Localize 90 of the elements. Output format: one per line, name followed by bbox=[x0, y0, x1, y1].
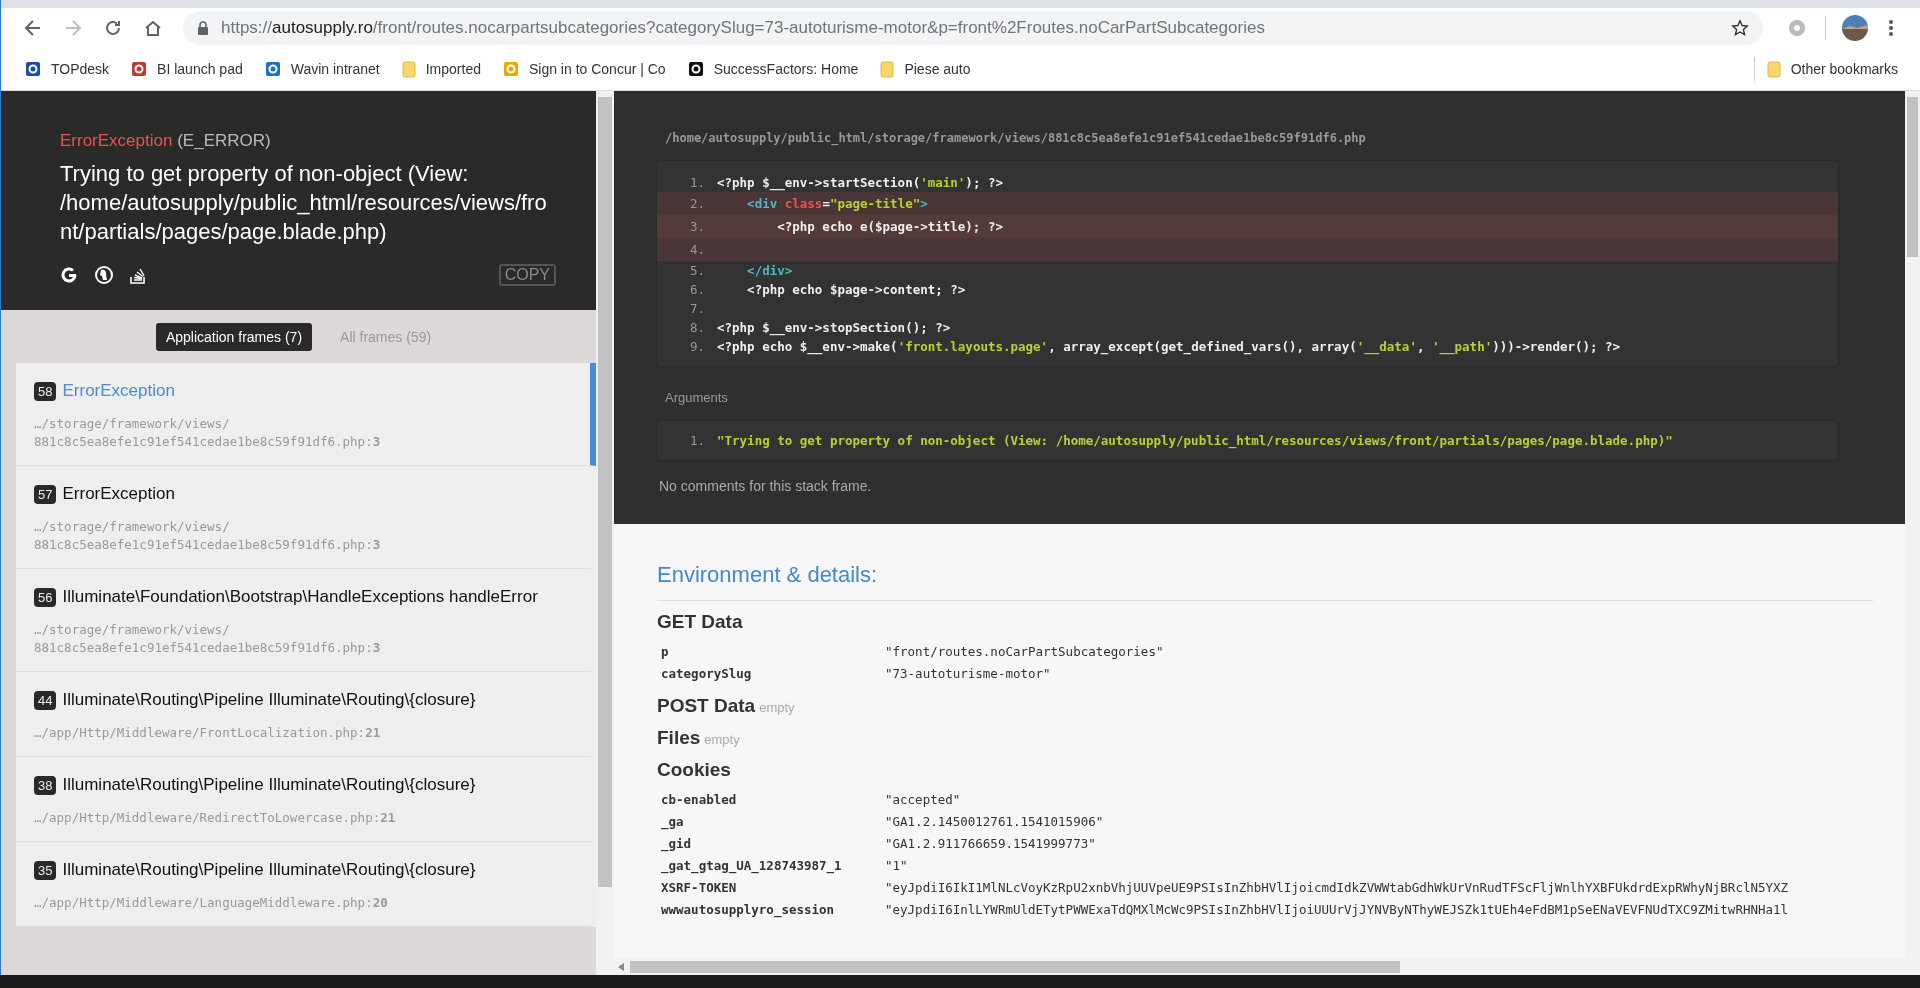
code-line: 7. bbox=[688, 300, 706, 318]
frame-file: …/storage/framework/views/ 881c8c5ea8efe1c91ef541cedae1be8c59f91df6.php:3 bbox=[34, 415, 382, 451]
bookmark[interactable]: Piese auto bbox=[880, 60, 981, 78]
reload-icon bbox=[103, 18, 123, 38]
key-cell-text: XSRF-TOKEN bbox=[661, 879, 738, 897]
code-line: 8. <?php $__env->stopSection(); ?> bbox=[688, 319, 952, 337]
frame-file: …/app/Http/Middleware/LanguageMiddleware.php:20 bbox=[34, 894, 389, 912]
error-message: Trying to get property of non-object (View: /home/autosupply/public_html/resources/views/front/partials/pages/page.blade.php) bbox=[60, 160, 548, 246]
value-cell-text: "GA1.2.911766659.1541999773" bbox=[885, 835, 1097, 853]
key-cell-text: wwwautosupplyro_session bbox=[661, 901, 836, 920]
arguments-title: Arguments bbox=[665, 390, 729, 405]
frame-number: 38 bbox=[34, 775, 57, 795]
g-letter-icon[interactable] bbox=[60, 266, 78, 284]
code-line: 6. <?php echo $page->content; ?> bbox=[688, 281, 967, 299]
section-title: Files bbox=[657, 727, 701, 748]
duck-icon[interactable] bbox=[94, 265, 114, 285]
scroll-left-icon[interactable] bbox=[618, 962, 624, 971]
frame-title: ErrorException bbox=[62, 484, 175, 504]
value-cell-text: "accepted" bbox=[885, 791, 962, 809]
value-cell-text: "eyJpdiI6InlLYWRmUldETytPWWExaTdQMXlMcWc9PSIsInZhbHVlIjoiUUUrVjJYNVByNThyWEJSZk1tUEh4eFdBM1pSeENaVEVFNUdTXC9ZMitwRHNHa1l bbox=[885, 901, 1790, 919]
key-cell-text: categorySlug bbox=[661, 665, 753, 683]
empty-label: empty bbox=[759, 700, 795, 715]
frame-title: Illuminate\Routing\Pipeline Illuminate\Routing\{closure} bbox=[62, 690, 476, 710]
bookmark[interactable]: Wavin intranet bbox=[264, 61, 390, 77]
section-title: GET Data bbox=[657, 611, 743, 632]
scrollbar-thumb[interactable] bbox=[630, 960, 1400, 973]
value-cell-text: "1" bbox=[885, 857, 909, 875]
frame-file: …/app/Http/Middleware/FrontLocalization.php:21 bbox=[34, 724, 382, 742]
value-cell-text: "73-autoturisme-motor" bbox=[885, 665, 1052, 683]
value-cell-text: "front/routes.noCarPartSubcategories" bbox=[885, 643, 1165, 661]
folder-icon bbox=[401, 60, 416, 78]
value-cell-text: "eyJpdiI6IkI1MlNLcVoyKzRpU2xnbVhjUUVpeUE9PSIsInZhbHVlIjoicmdIdkZVWWtabGdhWkUrVnRudTFScFljWnlhYXBFUkdrdExpRWhyNjBRclN5YXZ bbox=[885, 879, 1790, 897]
key-cell-text: _gid bbox=[661, 835, 693, 854]
section-title: POST Data bbox=[657, 695, 756, 716]
key-cell-text: _gat_gtag_UA_128743987_1 bbox=[661, 857, 843, 876]
forward-arrow-icon bbox=[63, 18, 83, 38]
copy-button[interactable]: COPY bbox=[498, 264, 556, 286]
stack-frame[interactable]: 57 ErrorException …/storage/framework/views/ 881c8c5ea8efe1c91ef541cedae1be8c59f91df6.php:3 bbox=[16, 466, 596, 569]
argument-line: 1. "Trying to get property of non-object (View: /home/autosupply/public_html/resources/views/front/partials/pages/page.blade.php)" bbox=[688, 432, 1674, 450]
exception-code: (E_ERROR) bbox=[177, 131, 271, 150]
frame-number: 56 bbox=[34, 587, 57, 607]
address-bar[interactable]: https://autosupply.ro/front/routes.nocarpartsubcategories?categorySlug=73-autoturisme-motor&p=front%2Froutes.noCarPartSubcategories bbox=[183, 11, 1763, 45]
bookmark[interactable]: Imported bbox=[401, 60, 491, 78]
url-text: https://autosupply.ro/front/routes.nocarpartsubcategories?categorySlug=73-autoturisme-motor&p=front%2Froutes.noCarPartSubcategories bbox=[221, 18, 1266, 38]
frames-tab[interactable]: Application frames (7) bbox=[155, 323, 313, 351]
section-title: Cookies bbox=[657, 759, 731, 780]
scrollbar-thumb[interactable] bbox=[598, 97, 612, 887]
code-line: 9. <?php echo $__env->make('front.layouts.page', array_except(get_defined_vars(), array('__data', '__path')))->render(); ?> bbox=[688, 338, 1622, 356]
frame-file: …/storage/framework/views/ 881c8c5ea8efe1c91ef541cedae1be8c59f91df6.php:3 bbox=[34, 518, 382, 554]
frame-number: 57 bbox=[34, 484, 57, 504]
avatar-icon[interactable] bbox=[1842, 15, 1868, 41]
code-line: 5. </div> bbox=[688, 262, 794, 280]
star-icon[interactable] bbox=[1731, 19, 1749, 37]
frame-number: 35 bbox=[34, 860, 57, 880]
frame-title: ErrorException bbox=[62, 381, 175, 401]
back-arrow-icon bbox=[23, 18, 43, 38]
frame-file: …/storage/framework/views/ 881c8c5ea8efe1c91ef541cedae1be8c59f91df6.php:3 bbox=[34, 621, 382, 657]
frame-title: Illuminate\Routing\Pipeline Illuminate\Routing\{closure} bbox=[62, 775, 476, 795]
stack-icon[interactable] bbox=[130, 266, 146, 284]
folder-icon bbox=[1766, 60, 1781, 78]
bookmark[interactable]: TOPdesk bbox=[25, 61, 120, 77]
bookmark[interactable]: SuccessFactors: Home bbox=[687, 61, 869, 77]
section-heading: Environment & details: bbox=[657, 562, 1873, 601]
bookmark[interactable]: Other bookmarks bbox=[1766, 60, 1908, 78]
frame-number: 58 bbox=[34, 381, 57, 401]
home-icon bbox=[143, 18, 163, 38]
frame-title: Illuminate\Routing\Pipeline Illuminate\Routing\{closure} bbox=[62, 860, 476, 880]
stack-frame[interactable]: 35 Illuminate\Routing\Pipeline Illuminate\Routing\{closure} …/app/Http/Middleware/LanguageMiddleware.php:20 bbox=[16, 842, 596, 927]
frame-file: …/app/Http/Middleware/RedirectToLowercase.php:21 bbox=[34, 809, 397, 827]
folder-icon bbox=[880, 60, 895, 78]
key-cell-text: cb-enabled bbox=[661, 791, 738, 809]
key-cell-text: p bbox=[661, 643, 670, 661]
stack-frame[interactable]: 44 Illuminate\Routing\Pipeline Illuminate\Routing\{closure} …/app/Http/Middleware/FrontLocalization.php:21 bbox=[16, 672, 596, 757]
menu-icon[interactable] bbox=[1888, 19, 1894, 37]
lock-icon bbox=[197, 21, 209, 35]
key-cell-text: _ga bbox=[661, 813, 685, 832]
code-line: 1. <?php $__env->startSection('main'); ?> bbox=[688, 174, 1004, 192]
stack-frame[interactable]: 56 Illuminate\Foundation\Bootstrap\HandleExceptions handleError …/storage/framework/views/ 881c8c5ea8efe1c91ef541cedae1be8c59f91df6.php:3 bbox=[16, 569, 596, 672]
frame-title: Illuminate\Foundation\Bootstrap\HandleExceptions handleError bbox=[62, 587, 538, 607]
bookmark[interactable]: Sign in to Concur | Co bbox=[502, 61, 676, 77]
value-cell-text: "GA1.2.1450012761.1541015906" bbox=[885, 813, 1105, 831]
exception-class: ErrorException bbox=[60, 131, 173, 150]
stack-frame[interactable]: 38 Illuminate\Routing\Pipeline Illuminate\Routing\{closure} …/app/Http/Middleware/RedirectToLowercase.php:21 bbox=[16, 757, 596, 842]
empty-label: empty bbox=[704, 732, 740, 747]
comments-text: No comments for this stack frame. bbox=[659, 478, 873, 494]
stack-frame[interactable]: 58 ErrorException …/storage/framework/views/ 881c8c5ea8efe1c91ef541cedae1be8c59f91df6.php:3 bbox=[16, 363, 596, 466]
frame-number: 44 bbox=[34, 690, 57, 710]
scrollbar-thumb[interactable] bbox=[1907, 97, 1918, 257]
bookmark[interactable]: BI launch pad bbox=[131, 61, 253, 77]
file-path: /home/autosupply/public_html/storage/framework/views/881c8c5ea8efe1c91ef541cedae1be8c59f91df6.php bbox=[665, 131, 1367, 145]
